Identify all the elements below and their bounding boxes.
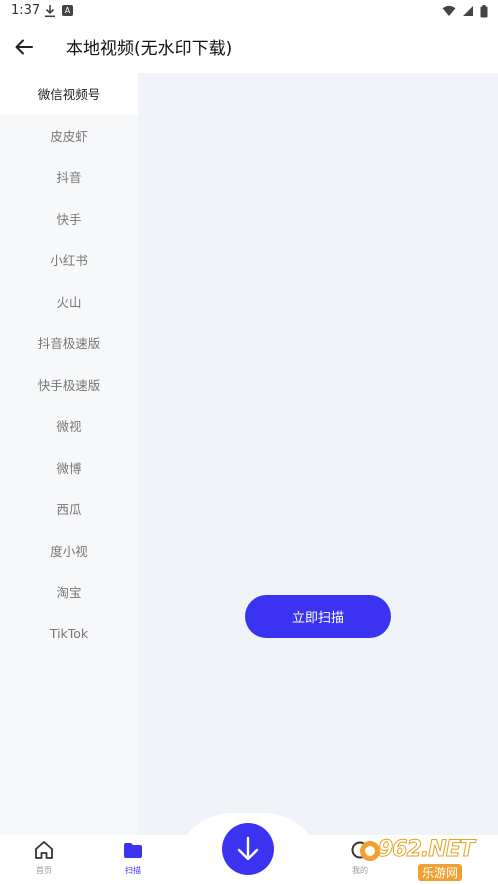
signal-icon [463, 6, 473, 16]
sidebar-item-kuaishou-lite[interactable]: 快手极速版 [0, 364, 138, 406]
download-fab[interactable] [222, 823, 274, 875]
page-title: 本地视频(无水印下载) [66, 39, 233, 59]
sidebar-item-tiktok[interactable]: TikTok [0, 613, 138, 655]
content-area: 立即扫描 [138, 73, 498, 835]
top-bar: 本地视频(无水印下载) [0, 22, 498, 72]
sidebar-item-huoshan[interactable]: 火山 [0, 281, 138, 323]
nav-home-label: 首页 [36, 866, 52, 875]
arrow-left-icon[interactable] [12, 35, 36, 59]
status-time: 1:37 [11, 3, 41, 18]
nav-home[interactable]: 首页 [14, 840, 74, 876]
folder-icon [124, 843, 142, 858]
sidebar-item-pipixia[interactable]: 皮皮虾 [0, 115, 138, 157]
platform-sidebar: 微信视频号 皮皮虾 抖音 快手 小红书 火山 抖音极速版 快手极速版 微视 微博… [0, 73, 138, 835]
sidebar-item-douyin-lite[interactable]: 抖音极速版 [0, 322, 138, 364]
scan-now-button[interactable]: 立即扫描 [245, 595, 391, 638]
sidebar-item-xiaohongshu[interactable]: 小红书 [0, 239, 138, 281]
sidebar-item-xigua[interactable]: 西瓜 [0, 488, 138, 530]
sidebar-item-kuaishou[interactable]: 快手 [0, 198, 138, 240]
sidebar-item-duxiaoshi[interactable]: 度小视 [0, 530, 138, 572]
sidebar-item-douyin[interactable]: 抖音 [0, 156, 138, 198]
home-icon [35, 841, 53, 859]
status-right-icons [442, 4, 488, 18]
sidebar-item-weishi[interactable]: 微视 [0, 405, 138, 447]
sidebar-item-weibo[interactable]: 微博 [0, 447, 138, 489]
download-status-icon [45, 5, 55, 18]
a-status-icon: A [62, 5, 73, 16]
status-bar: 1:37 A [0, 0, 498, 22]
battery-icon [480, 4, 488, 17]
watermark-sub: 乐游网 [418, 864, 463, 881]
nav-scan-label: 扫描 [125, 866, 141, 875]
wifi-icon [442, 5, 456, 16]
nav-scan[interactable]: 扫描 [103, 840, 163, 876]
sidebar-item-wechat-channels[interactable]: 微信视频号 [0, 73, 138, 115]
site-watermark: 962.NET 乐游网 [358, 833, 494, 881]
sidebar-item-taobao[interactable]: 淘宝 [0, 571, 138, 613]
watermark-text: 962.NET [378, 837, 476, 863]
arrow-down-icon [237, 836, 259, 861]
